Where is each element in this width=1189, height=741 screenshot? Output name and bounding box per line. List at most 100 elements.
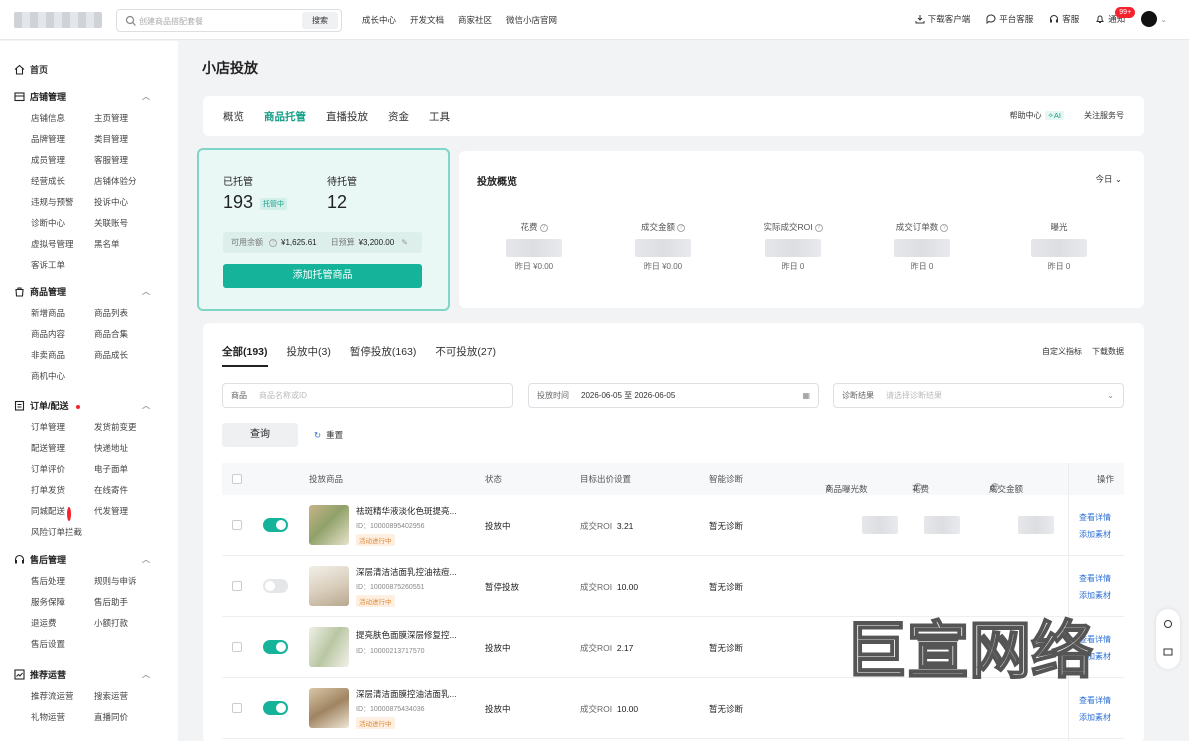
sidebar-item[interactable]: 主页管理 — [94, 111, 157, 125]
product-name[interactable]: 提亮肤色面膜深层修复控... — [356, 629, 457, 641]
sidebar-item[interactable]: 商品成长 — [94, 348, 157, 362]
sidebar-item[interactable]: 快递地址 — [94, 441, 157, 455]
pending-count[interactable]: 12 — [327, 192, 347, 213]
tab-live-ads[interactable]: 直播投放 — [326, 109, 368, 124]
tab-overview[interactable]: 概览 — [223, 109, 244, 124]
tab-product-hosting[interactable]: 商品托管 — [264, 109, 306, 124]
sidebar-section-title[interactable]: 店铺管理 ︿ — [14, 89, 164, 103]
list-tab-unavailable[interactable]: 不可投放(27) — [435, 344, 496, 367]
sidebar-item[interactable]: 打单发货 — [31, 483, 94, 497]
sidebar-item[interactable]: 商品合集 — [94, 327, 157, 341]
sidebar-item[interactable]: 非卖商品 — [31, 348, 94, 362]
sidebar-item[interactable]: 商品列表 — [94, 306, 157, 320]
diagnosis-filter[interactable]: 诊断结果 请选择诊断结果 ⌄ — [833, 383, 1124, 408]
sidebar-section-title[interactable]: 商品管理 ︿ — [14, 284, 164, 298]
platform-service-link[interactable]: 平台客服 — [986, 13, 1033, 25]
chevron-up-icon[interactable]: ︿ — [142, 554, 150, 565]
sidebar-item[interactable]: 订单管理 — [31, 420, 94, 434]
add-material-link[interactable]: 添加素材 — [1079, 526, 1111, 543]
tab-tools[interactable]: 工具 — [429, 109, 450, 124]
view-detail-link[interactable]: 查看详情 — [1079, 692, 1111, 709]
sidebar-item[interactable]: 直播同价 — [94, 710, 157, 724]
query-button[interactable]: 查询 — [222, 423, 298, 447]
sidebar-item[interactable]: 服务保障 — [31, 595, 94, 609]
sidebar-item[interactable]: 搜索运营 — [94, 689, 157, 703]
row-checkbox[interactable] — [232, 581, 242, 591]
sidebar-item[interactable]: 售后处理 — [31, 574, 94, 588]
row-checkbox[interactable] — [232, 520, 242, 530]
product-filter[interactable]: 商品 商品名称或ID — [222, 383, 513, 408]
sidebar-section-title[interactable]: 售后管理 ︿ — [14, 552, 164, 566]
chevron-up-icon[interactable]: ︿ — [142, 669, 150, 680]
follow-service-link[interactable]: 关注服务号 — [1084, 110, 1124, 121]
ad-toggle[interactable] — [263, 518, 288, 532]
sidebar-item[interactable]: 订单评价 — [31, 462, 94, 476]
sidebar-item[interactable]: 客服管理 — [94, 153, 157, 167]
help-icon[interactable]: ? — [814, 223, 823, 232]
roi-value[interactable]: 2.17 — [617, 643, 634, 653]
sidebar-item[interactable]: 诊断中心 — [31, 216, 94, 230]
sidebar-item[interactable]: 发货前变更 — [94, 420, 157, 434]
nav-merchant-community[interactable]: 商家社区 — [458, 14, 492, 26]
ad-toggle[interactable] — [263, 701, 288, 715]
shop-logo[interactable] — [14, 12, 102, 28]
chevron-up-icon[interactable]: ︿ — [142, 286, 150, 297]
product-thumbnail[interactable] — [309, 688, 349, 728]
sidebar-item[interactable]: 同城配送 — [31, 504, 94, 521]
view-detail-link[interactable]: 查看详情 — [1079, 570, 1111, 587]
feedback-icon[interactable] — [1163, 619, 1173, 629]
view-detail-link[interactable]: 查看详情 — [1079, 509, 1111, 526]
sidebar-item[interactable]: 小额打款 — [94, 616, 157, 630]
help-icon[interactable]: ? — [940, 223, 949, 232]
select-all-checkbox[interactable] — [232, 474, 242, 484]
sidebar-item[interactable]: 虚拟号管理 — [31, 237, 94, 251]
list-tab-all[interactable]: 全部(193) — [222, 344, 268, 367]
sidebar-section-title[interactable]: 订单/配送 ︿ — [14, 398, 164, 412]
row-checkbox[interactable] — [232, 642, 242, 652]
add-material-link[interactable]: 添加素材 — [1079, 587, 1111, 604]
sidebar-item[interactable]: 店铺体验分 — [94, 174, 157, 188]
search-input[interactable] — [139, 14, 289, 28]
roi-value[interactable]: 10.00 — [617, 704, 638, 714]
sidebar-item[interactable]: 售后助手 — [94, 595, 157, 609]
sidebar-item[interactable]: 规则与申诉 — [94, 574, 157, 588]
ad-toggle[interactable] — [263, 640, 288, 654]
sidebar-item[interactable]: 品牌管理 — [31, 132, 94, 146]
notice-link[interactable]: 通知 99+ — [1095, 7, 1136, 25]
edit-icon[interactable]: ✎ — [401, 238, 408, 247]
service-link[interactable]: 客服 — [1049, 13, 1079, 25]
list-tab-paused[interactable]: 暂停投放(163) — [350, 344, 417, 367]
help-icon[interactable]: ? — [677, 223, 685, 232]
help-icon[interactable]: ? — [269, 238, 277, 247]
search-button[interactable]: 搜索 — [302, 12, 338, 29]
message-icon[interactable] — [1163, 647, 1173, 657]
product-name[interactable]: 祛斑精华液淡化色斑提亮... — [356, 505, 457, 517]
nav-official-site[interactable]: 微信小店官网 — [506, 14, 557, 26]
account-menu[interactable]: ⌄ — [1141, 11, 1167, 27]
hosted-count[interactable]: 193 — [223, 192, 253, 213]
sidebar-item[interactable]: 成员管理 — [31, 153, 94, 167]
roi-value[interactable]: 10.00 — [617, 582, 638, 592]
help-icon[interactable]: ? — [539, 223, 548, 232]
product-name[interactable]: 深层清洁面膜控油洁面乳... — [356, 688, 457, 700]
row-checkbox[interactable] — [232, 703, 242, 713]
sidebar-item[interactable]: 类目管理 — [94, 132, 157, 146]
search-box[interactable]: 搜索 — [116, 9, 342, 32]
date-range-select[interactable]: 今日 ⌄ — [1095, 173, 1122, 185]
sidebar-item[interactable]: 商机中心 — [31, 369, 94, 383]
product-name[interactable]: 深层清洁洁面乳控油祛痘... — [356, 566, 457, 578]
sidebar-section-title[interactable]: 推荐运营 ︿ — [14, 667, 164, 681]
sidebar-item[interactable]: 礼物运营 — [31, 710, 94, 724]
add-material-link[interactable]: 添加素材 — [1079, 709, 1111, 726]
sidebar-item[interactable]: 客诉工单 — [31, 258, 94, 272]
download-client-link[interactable]: 下载客户端 — [915, 13, 970, 25]
help-center-link[interactable]: 帮助中心 ✧AI — [1010, 110, 1064, 121]
nav-dev-docs[interactable]: 开发文档 — [410, 14, 444, 26]
sidebar-item[interactable]: 黑名单 — [94, 237, 157, 251]
sidebar-item[interactable]: 配送管理 — [31, 441, 94, 455]
sidebar-item[interactable]: 新增商品 — [31, 306, 94, 320]
sidebar-item[interactable]: 投诉中心 — [94, 195, 157, 209]
product-thumbnail[interactable] — [309, 627, 349, 667]
sidebar-item[interactable]: 经营成长 — [31, 174, 94, 188]
custom-metrics-link[interactable]: 自定义指标 — [1042, 346, 1082, 357]
